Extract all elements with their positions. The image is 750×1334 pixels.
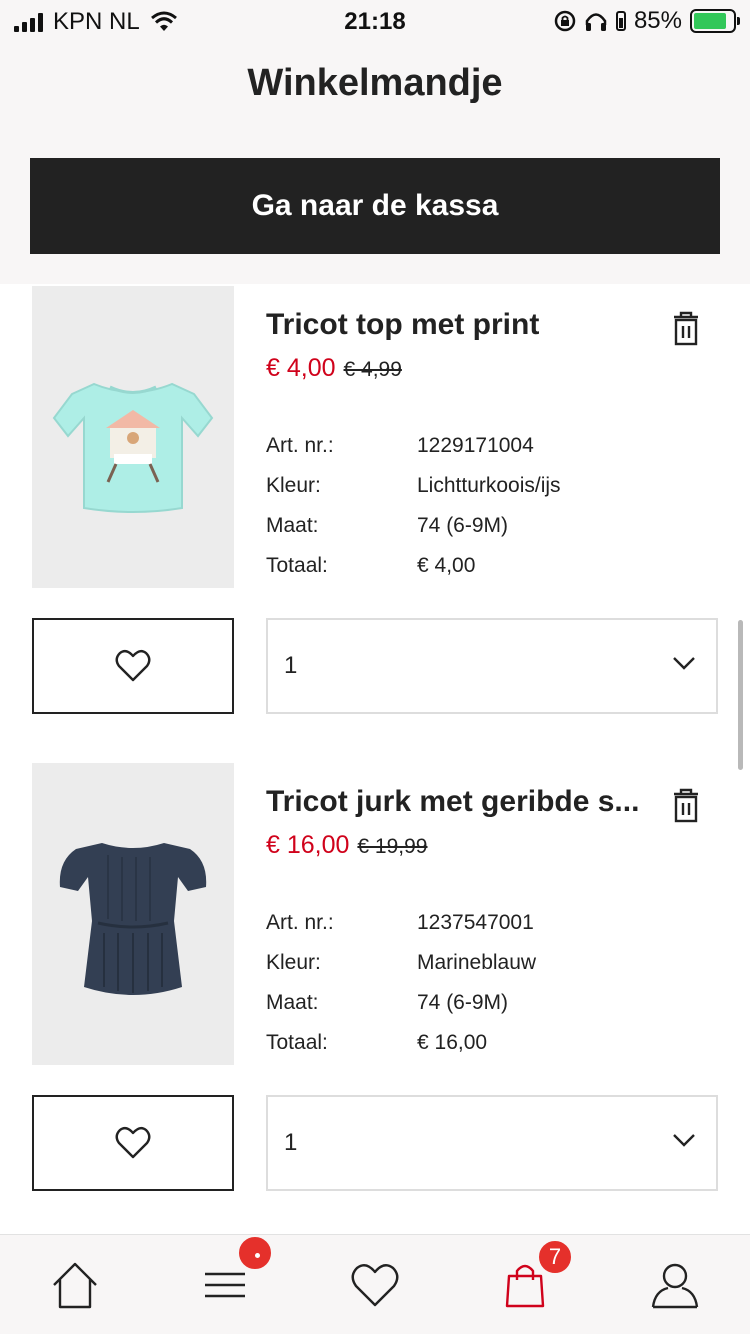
quantity-select[interactable]: 1 <box>266 618 718 714</box>
trash-icon[interactable] <box>668 785 704 825</box>
product-image[interactable] <box>32 286 234 588</box>
detail-label: Maat: <box>266 514 319 537</box>
cart-item: Tricot top met print € 4,00 € 4,99 Art. … <box>0 286 750 726</box>
detail-value: € 16,00 <box>417 1031 488 1054</box>
nav-favorites[interactable] <box>300 1235 450 1334</box>
favorite-button[interactable] <box>32 618 234 714</box>
cart-header: Winkelmandje Ga naar de kassa <box>0 42 750 284</box>
menu-notification-badge <box>237 1235 273 1271</box>
product-image[interactable] <box>32 763 234 1065</box>
account-icon <box>651 1263 699 1309</box>
scrollbar[interactable] <box>738 620 743 770</box>
detail-label: Art. nr.: <box>266 434 334 457</box>
detail-label: Totaal: <box>266 1031 328 1054</box>
quantity-select[interactable]: 1 <box>266 1095 718 1191</box>
price-now: € 16,00 <box>266 831 350 859</box>
status-right: 85% <box>554 7 740 35</box>
detail-label: Art. nr.: <box>266 911 334 934</box>
detail-label: Kleur: <box>266 474 321 497</box>
product-details: Art. nr.: 1229171004 Kleur: Lichtturkooi… <box>266 426 561 586</box>
detail-value: 1229171004 <box>417 434 534 457</box>
chevron-down-icon <box>673 657 695 670</box>
detail-value: 74 (6-9M) <box>417 514 509 537</box>
heart-icon <box>115 649 151 682</box>
page-title: Winkelmandje <box>247 62 503 104</box>
product-price: € 16,00 € 19,99 <box>266 831 428 860</box>
detail-value: € 4,00 <box>417 554 476 577</box>
bottom-nav: 7 <box>0 1234 750 1334</box>
detail-row-art-nr: Art. nr.: 1229171004 <box>266 426 561 466</box>
phone-battery-icon <box>615 11 626 31</box>
rotation-lock-icon <box>554 10 576 32</box>
heart-icon <box>115 1126 151 1159</box>
price-now: € 4,00 <box>266 354 336 382</box>
detail-row-size: Maat: 74 (6-9M) <box>266 506 561 546</box>
detail-row-total: Totaal: € 16,00 <box>266 1023 536 1063</box>
detail-row-color: Kleur: Marineblauw <box>266 943 536 983</box>
nav-cart[interactable]: 7 <box>450 1235 600 1334</box>
heart-icon <box>351 1264 399 1307</box>
detail-row-total: Totaal: € 4,00 <box>266 546 561 586</box>
quantity-value: 1 <box>284 1129 298 1156</box>
price-was: € 4,99 <box>343 358 402 381</box>
detail-label: Kleur: <box>266 951 321 974</box>
checkout-button[interactable]: Ga naar de kassa <box>30 158 720 254</box>
nav-menu[interactable] <box>150 1235 300 1334</box>
headphones-icon <box>585 13 607 31</box>
detail-row-art-nr: Art. nr.: 1237547001 <box>266 903 536 943</box>
detail-value: Lichtturkoois/ijs <box>417 474 561 497</box>
battery-icon <box>690 9 740 33</box>
detail-label: Totaal: <box>266 554 328 577</box>
chevron-down-icon <box>673 1134 695 1147</box>
detail-label: Maat: <box>266 991 319 1014</box>
quantity-value: 1 <box>284 652 298 679</box>
nav-home[interactable] <box>0 1235 150 1334</box>
product-details: Art. nr.: 1237547001 Kleur: Marineblauw … <box>266 903 536 1063</box>
home-icon <box>53 1262 97 1309</box>
detail-value: 74 (6-9M) <box>417 991 509 1014</box>
product-title[interactable]: Tricot top met print <box>266 308 656 342</box>
product-title[interactable]: Tricot jurk met geribde s... <box>266 785 656 819</box>
trash-icon[interactable] <box>668 308 704 348</box>
detail-value: 1237547001 <box>417 911 534 934</box>
status-bar: KPN NL 21:18 85% <box>0 0 750 42</box>
product-price: € 4,00 € 4,99 <box>266 354 402 383</box>
detail-row-color: Kleur: Lichtturkoois/ijs <box>266 466 561 506</box>
detail-value: Marineblauw <box>417 951 537 974</box>
nav-account[interactable] <box>600 1235 750 1334</box>
cart-count-badge: 7 <box>537 1239 573 1275</box>
menu-icon <box>205 1272 245 1298</box>
favorite-button[interactable] <box>32 1095 234 1191</box>
shopping-bag-icon <box>505 1264 545 1308</box>
price-was: € 19,99 <box>357 835 428 858</box>
cart-item: Tricot jurk met geribde s... € 16,00 € 1… <box>0 763 750 1203</box>
detail-row-size: Maat: 74 (6-9M) <box>266 983 536 1023</box>
battery-percent: 85% <box>633 7 682 34</box>
